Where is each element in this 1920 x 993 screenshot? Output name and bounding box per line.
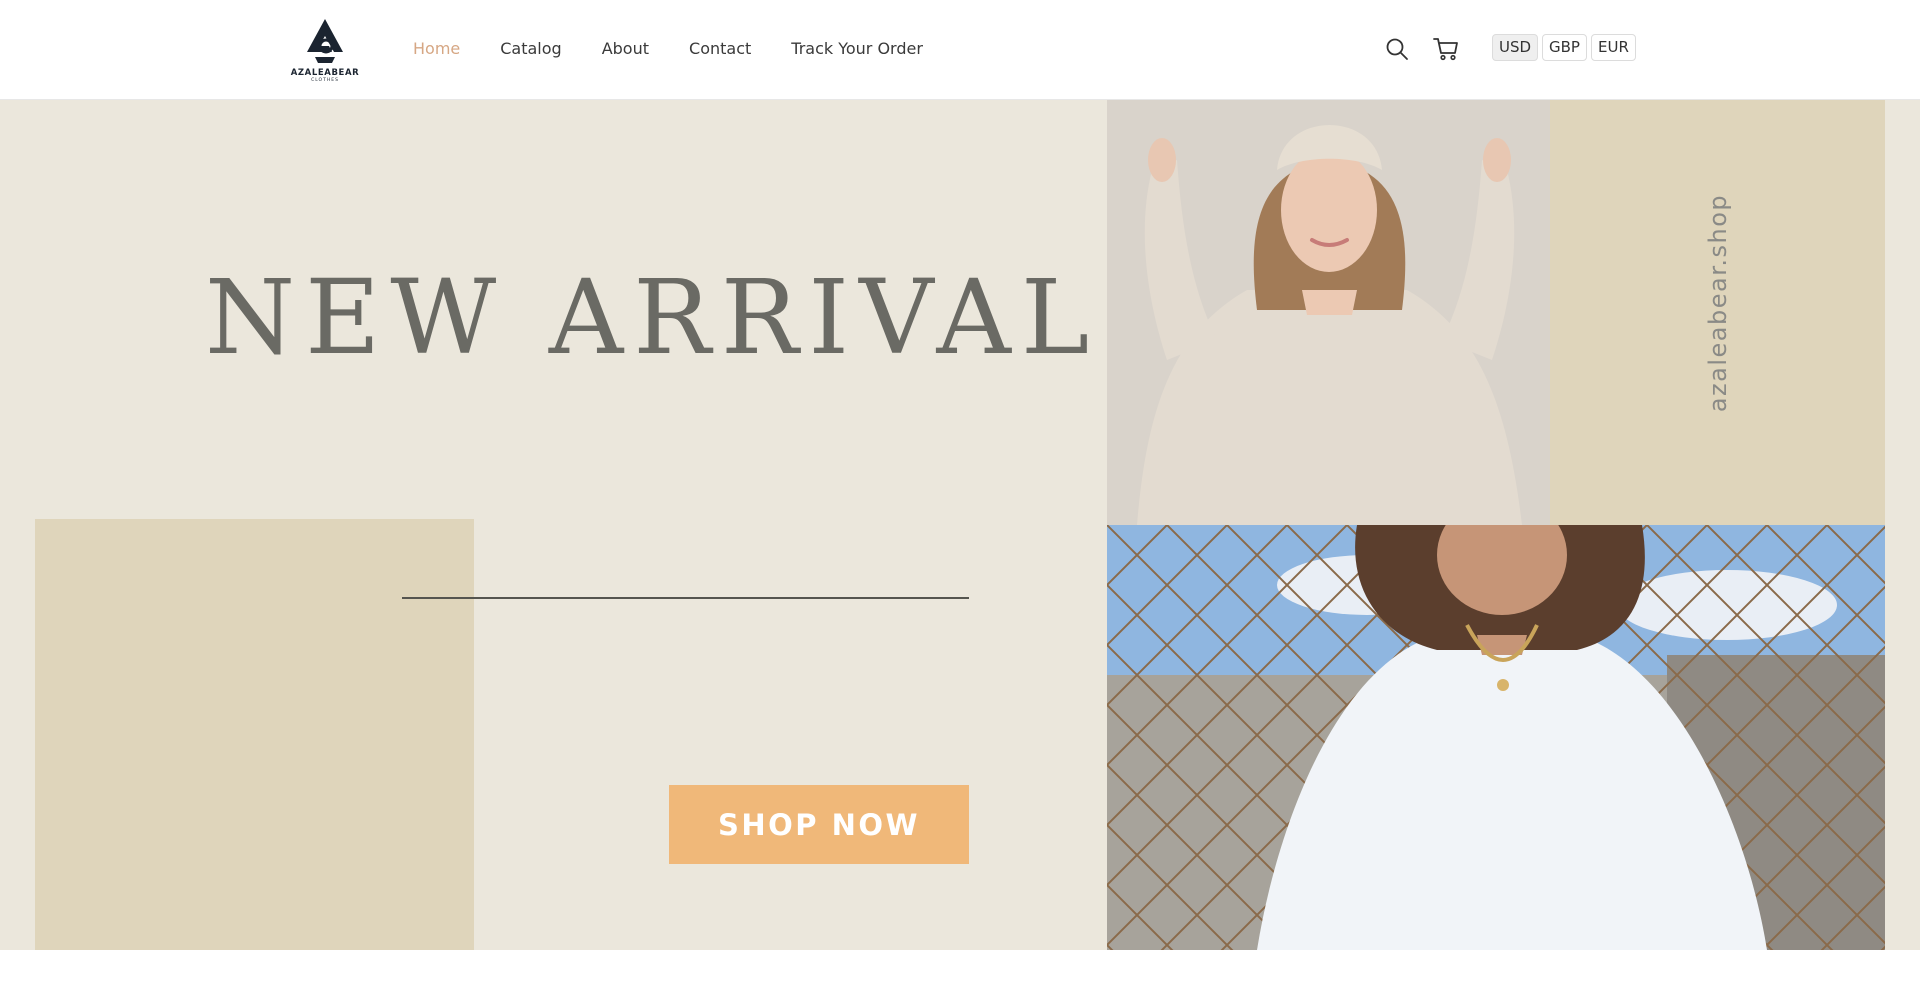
cart-icon	[1433, 38, 1458, 61]
search-button[interactable]	[1384, 36, 1410, 62]
main-nav: Home Catalog About Contact Track Your Or…	[413, 39, 963, 58]
currency-gbp[interactable]: GBP	[1542, 34, 1587, 61]
shop-url-text: azaleabear.shop	[1704, 193, 1732, 413]
search-icon	[1386, 38, 1408, 60]
azaleabear-logo-icon	[307, 19, 343, 63]
hero-divider	[402, 597, 969, 599]
currency-usd[interactable]: USD	[1492, 34, 1539, 61]
hero-banner: NEW ARRIVALS SHOP NOW azaleabear.shop	[0, 100, 1920, 950]
model-tshirt-illustration	[1107, 525, 1885, 950]
shop-now-button[interactable]: SHOP NOW	[669, 785, 969, 864]
brand-tagline: CLOTHES	[311, 78, 339, 83]
hero-edge	[1885, 100, 1920, 950]
cart-button[interactable]	[1433, 36, 1459, 62]
model-sweatshirt-illustration	[1107, 100, 1550, 525]
currency-eur[interactable]: EUR	[1591, 34, 1636, 61]
hero-photo-tshirt	[1107, 525, 1885, 950]
brand-name: AZALEABEAR	[290, 68, 360, 78]
nav-item-about[interactable]: About	[602, 39, 649, 58]
decorative-block	[35, 519, 474, 950]
brand-logo[interactable]: AZALEABEAR CLOTHES	[290, 18, 360, 84]
nav-item-home[interactable]: Home	[413, 39, 460, 58]
hero-photo-sweatshirt	[1107, 100, 1550, 525]
nav-item-contact[interactable]: Contact	[689, 39, 751, 58]
site-header: AZALEABEAR CLOTHES Home Catalog About Co…	[0, 0, 1920, 100]
nav-item-catalog[interactable]: Catalog	[500, 39, 561, 58]
hero-title: NEW ARRIVALS	[205, 258, 1180, 378]
nav-item-track-order[interactable]: Track Your Order	[791, 39, 923, 58]
